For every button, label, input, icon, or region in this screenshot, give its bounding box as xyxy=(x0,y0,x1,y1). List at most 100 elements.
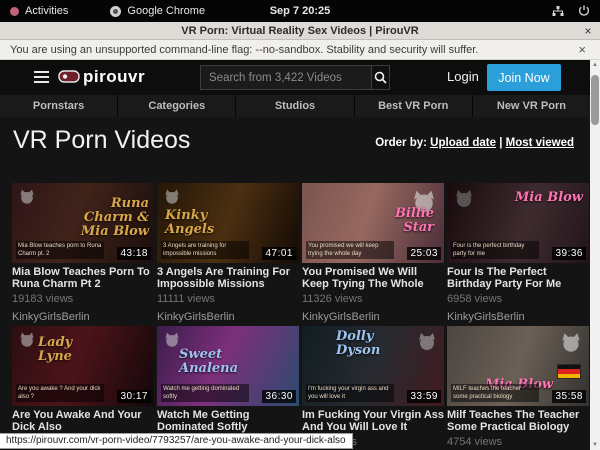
thumbnail-caption: I'm fucking your virgin ass and you will… xyxy=(306,384,394,402)
search-icon xyxy=(374,71,387,84)
thumbnail-overlay-name: Dolly Dyson xyxy=(336,330,420,358)
warning-close-icon[interactable]: × xyxy=(574,42,590,57)
network-icon[interactable] xyxy=(552,5,564,17)
order-by: Order by: Upload date | Most viewed xyxy=(375,137,574,149)
warning-message: You are using an unsupported command-lin… xyxy=(10,44,574,56)
order-by-label: Order by: xyxy=(375,137,427,149)
video-duration: 39:36 xyxy=(552,247,586,260)
video-duration: 43:18 xyxy=(117,247,151,260)
video-duration: 33:59 xyxy=(407,390,441,403)
thumbnail-caption: 3 Angels are training for impossible mis… xyxy=(161,241,249,259)
search-button[interactable] xyxy=(371,66,389,89)
order-most-viewed-link[interactable]: Most viewed xyxy=(506,137,574,149)
video-title[interactable]: You Promised We Will Keep Trying The Who… xyxy=(302,267,444,290)
join-now-button[interactable]: Join Now xyxy=(487,64,561,91)
video-card: Kinky Angels 3 Angels are training for i… xyxy=(157,183,299,323)
thumbnail-caption: You promised we will keep trying the who… xyxy=(306,241,394,259)
video-grid: Runa Charm & Mia Blow Mia Blow teaches p… xyxy=(12,183,589,450)
thumbnail-overlay-name: Runa Charm & Mia Blow xyxy=(75,197,149,239)
video-card: Runa Charm & Mia Blow Mia Blow teaches p… xyxy=(12,183,154,323)
video-thumbnail[interactable]: Mia Blow Four is the perfect birthday pa… xyxy=(447,183,589,263)
video-card: Dolly Dyson I'm fucking your virgin ass … xyxy=(302,326,444,450)
video-title[interactable]: Mia Blow Teaches Porn To Runa Charm Pt 2 xyxy=(12,267,154,290)
video-views: 19183 views xyxy=(12,293,154,305)
search-input[interactable] xyxy=(201,66,371,89)
scroll-down-icon[interactable]: ▼ xyxy=(590,440,600,450)
video-thumbnail[interactable]: Runa Charm & Mia Blow Mia Blow teaches p… xyxy=(12,183,154,263)
scrollbar-thumb[interactable] xyxy=(591,75,599,125)
video-channel-link[interactable]: KinkyGirlsBerlin xyxy=(302,311,444,323)
site-logo[interactable]: pirouvr xyxy=(58,67,145,87)
page-viewport: pirouvr Login Join Now Pornstars Categor… xyxy=(0,60,590,450)
video-duration: 36:30 xyxy=(262,390,296,403)
main-nav: Pornstars Categories Studios Best VR Por… xyxy=(0,95,590,117)
video-views: 11111 views xyxy=(157,293,299,305)
video-channel-link[interactable]: KinkyGirlsBerlin xyxy=(157,311,299,323)
video-card: Billie Star You promised we will keep tr… xyxy=(302,183,444,323)
order-upload-date-link[interactable]: Upload date xyxy=(430,137,496,149)
video-thumbnail[interactable]: Billie Star You promised we will keep tr… xyxy=(302,183,444,263)
vertical-scrollbar[interactable]: ▲ ▼ xyxy=(590,60,600,450)
video-title[interactable]: Milf Teaches The Teacher Some Practical … xyxy=(447,410,589,433)
video-title[interactable]: Watch Me Getting Dominated Softly xyxy=(157,410,299,433)
nav-item-pornstars[interactable]: Pornstars xyxy=(0,95,118,117)
video-title[interactable]: Four Is The Perfect Birthday Party For M… xyxy=(447,267,589,290)
system-top-bar: Activities Google Chrome Sep 7 20:25 xyxy=(0,0,600,22)
vr-headset-icon xyxy=(58,70,80,84)
thumbnail-caption: Watch me getting dominated softly xyxy=(161,384,249,402)
video-card: Lady Lyne Are you awake ? And your dick … xyxy=(12,326,154,450)
video-thumbnail[interactable]: Sweet Analena Watch me getting dominated… xyxy=(157,326,299,406)
site-header: pirouvr Login Join Now xyxy=(0,60,590,95)
order-separator: | xyxy=(499,137,502,149)
power-icon[interactable] xyxy=(578,5,590,17)
nav-item-categories[interactable]: Categories xyxy=(118,95,236,117)
thumbnail-overlay-name: Sweet Analena xyxy=(179,348,275,376)
page-title: VR Porn Videos xyxy=(13,126,190,155)
video-duration: 25:03 xyxy=(407,247,441,260)
nav-item-best-vr-porn[interactable]: Best VR Porn xyxy=(355,95,473,117)
browser-titlebar: VR Porn: Virtual Reality Sex Videos | Pi… xyxy=(0,22,600,40)
channel-watermark-icon xyxy=(558,330,584,361)
logo-text: pirouvr xyxy=(83,67,145,87)
nav-item-studios[interactable]: Studios xyxy=(236,95,354,117)
video-views: 11326 views xyxy=(302,293,444,305)
video-card: Mia Blow MILF teaches the teacher some p… xyxy=(447,326,589,450)
thumbnail-overlay-name: Mia Blow xyxy=(513,191,583,205)
channel-watermark-icon xyxy=(17,187,37,212)
window-close-icon[interactable]: × xyxy=(576,24,600,38)
window-title: VR Porn: Virtual Reality Sex Videos | Pi… xyxy=(24,25,576,37)
video-duration: 30:17 xyxy=(117,390,151,403)
thumbnail-overlay-name: Kinky Angels xyxy=(165,209,237,237)
menu-hamburger-icon[interactable] xyxy=(34,71,49,86)
chrome-warning-bar: You are using an unsupported command-lin… xyxy=(0,40,600,60)
thumbnail-caption: Are you awake ? And your dick also ? xyxy=(16,384,104,402)
video-title[interactable]: Are You Awake And Your Dick Also xyxy=(12,410,154,433)
video-thumbnail[interactable]: Dolly Dyson I'm fucking your virgin ass … xyxy=(302,326,444,406)
channel-watermark-icon xyxy=(452,187,476,216)
video-duration: 47:01 xyxy=(262,247,296,260)
thumbnail-overlay-name: Billie Star xyxy=(364,207,434,235)
content-area: VR Porn Videos Order by: Upload date | M… xyxy=(0,117,590,450)
video-card: Mia Blow Four is the perfect birthday pa… xyxy=(447,183,589,323)
video-views: 4754 views xyxy=(447,436,589,448)
video-thumbnail[interactable]: Mia Blow MILF teaches the teacher some p… xyxy=(447,326,589,406)
channel-watermark-icon xyxy=(17,330,37,355)
thumbnail-caption: MILF teaches the teacher some practical … xyxy=(451,384,539,402)
search-box xyxy=(200,65,390,90)
german-flag xyxy=(557,364,581,379)
video-thumbnail[interactable]: Lady Lyne Are you awake ? And your dick … xyxy=(12,326,154,406)
clock[interactable]: Sep 7 20:25 xyxy=(0,5,600,17)
thumbnail-caption: Four is the perfect birthday party for m… xyxy=(451,241,539,259)
video-channel-link[interactable]: KinkyGirlsBerlin xyxy=(447,311,589,323)
video-card: Sweet Analena Watch me getting dominated… xyxy=(157,326,299,450)
scroll-up-icon[interactable]: ▲ xyxy=(590,60,600,70)
thumbnail-overlay-name: Lady Lyne xyxy=(38,336,110,364)
video-title[interactable]: Im Fucking Your Virgin Ass And You Will … xyxy=(302,410,444,433)
nav-item-new-vr-porn[interactable]: New VR Porn xyxy=(473,95,590,117)
login-link[interactable]: Login xyxy=(447,69,479,84)
video-channel-link[interactable]: KinkyGirlsBerlin xyxy=(12,311,154,323)
video-thumbnail[interactable]: Kinky Angels 3 Angels are training for i… xyxy=(157,183,299,263)
video-title[interactable]: 3 Angels Are Training For Impossible Mis… xyxy=(157,267,299,290)
video-views: 6958 views xyxy=(447,293,589,305)
video-duration: 35:58 xyxy=(552,390,586,403)
